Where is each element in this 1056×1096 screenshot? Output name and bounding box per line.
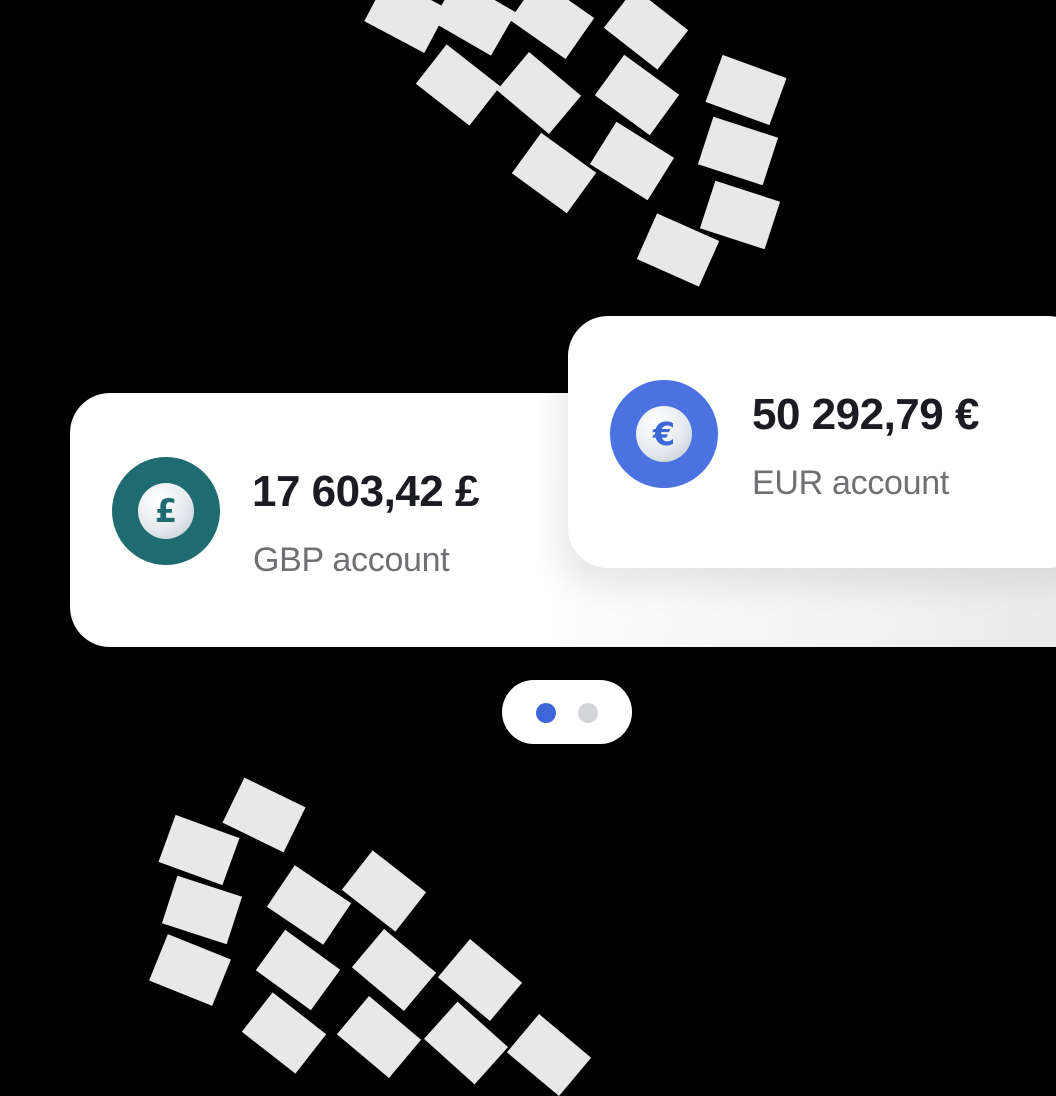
decorative-tile: [266, 865, 352, 945]
decorative-tile: [506, 1013, 592, 1096]
decorative-tile: [341, 850, 427, 932]
eur-balance: 50 292,79 €: [752, 390, 979, 439]
gbp-account-label: GBP account: [253, 541, 450, 579]
gbp-balance: 17 603,42 £: [252, 467, 479, 516]
decorative-tile: [509, 0, 595, 59]
decorative-tile: [496, 51, 582, 135]
decorative-tile: [511, 132, 597, 214]
decorative-tile: [697, 116, 779, 186]
page-indicator[interactable]: [502, 680, 632, 744]
decorative-tile: [705, 54, 787, 126]
euro-coin-icon: €: [610, 380, 718, 488]
decorative-tile: [415, 44, 501, 126]
decorative-tile: [161, 875, 243, 945]
decorative-tile: [589, 121, 675, 201]
page-dot-inactive[interactable]: [578, 703, 598, 723]
pound-coin-icon: £: [112, 457, 220, 565]
eur-account-card[interactable]: € 50 292,79 € EUR account: [568, 316, 1056, 568]
eur-account-label: EUR account: [752, 464, 950, 502]
decorative-tile: [364, 0, 448, 54]
euro-symbol: €: [636, 406, 692, 462]
page-dot-active[interactable]: [536, 703, 556, 723]
decorative-tile: [594, 54, 680, 136]
pound-symbol: £: [138, 483, 194, 539]
decorative-tile: [351, 928, 437, 1012]
decorative-tile: [149, 934, 231, 1006]
decorative-tile: [603, 0, 689, 70]
decorative-tile: [336, 995, 422, 1079]
